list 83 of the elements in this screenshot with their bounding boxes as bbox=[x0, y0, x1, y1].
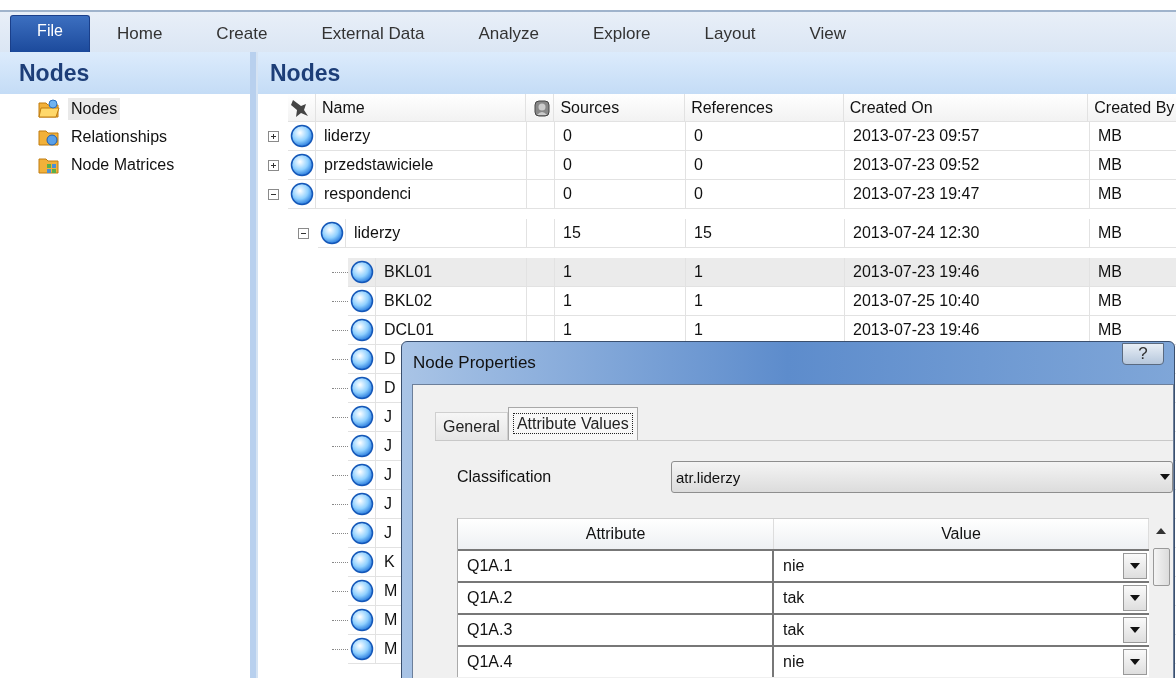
ribbon-tab[interactable]: Explore bbox=[565, 16, 678, 52]
table-cell: 2013-07-23 19:46 bbox=[853, 263, 980, 281]
table-cell: MB bbox=[1098, 127, 1122, 145]
tree-row[interactable]: BKL02 1 1 2013-07-25 10:40 MB bbox=[258, 287, 1176, 316]
attribute-name: Q1A.1 bbox=[467, 557, 513, 575]
table-cell: MB bbox=[1098, 292, 1122, 310]
table-cell: 2013-07-25 10:40 bbox=[853, 292, 980, 310]
attribute-name: Q1A.2 bbox=[467, 589, 513, 607]
node-name: J bbox=[384, 408, 392, 426]
column-header[interactable]: Name bbox=[315, 94, 527, 122]
classification-dropdown[interactable]: atr.liderzy bbox=[671, 461, 1173, 493]
node-name: D bbox=[384, 350, 396, 368]
table-cell: 15 bbox=[694, 224, 712, 242]
ribbon-tab[interactable]: External Data bbox=[294, 16, 452, 52]
node-name: M bbox=[384, 582, 398, 600]
ribbon-tab[interactable]: Home bbox=[90, 16, 190, 52]
table-cell: MB bbox=[1098, 263, 1122, 281]
sidebar-item[interactable]: Nodes bbox=[68, 98, 121, 120]
value-dropdown[interactable]: tak bbox=[774, 583, 1149, 613]
ribbon-tab[interactable]: Analyze bbox=[451, 16, 566, 52]
tree-row[interactable]: BKL01 1 1 2013-07-23 19:46 MB bbox=[258, 258, 1176, 287]
table-cell: 1 bbox=[694, 263, 703, 281]
table-cell: 1 bbox=[563, 321, 572, 339]
node-name: K bbox=[384, 553, 395, 571]
attribute-name: Q1A.3 bbox=[467, 621, 513, 639]
table-cell: 0 bbox=[694, 185, 703, 203]
table-cell: MB bbox=[1098, 156, 1122, 174]
ribbon-tab[interactable]: View bbox=[782, 16, 874, 52]
column-header[interactable]: Created On bbox=[843, 94, 1089, 122]
node-name: J bbox=[384, 437, 392, 455]
table-cell: 0 bbox=[563, 156, 572, 174]
value-dropdown[interactable]: nie bbox=[774, 647, 1149, 677]
table-cell: 0 bbox=[563, 185, 572, 203]
table-cell: 1 bbox=[563, 263, 572, 281]
node-name: J bbox=[384, 524, 392, 542]
column-header[interactable]: References bbox=[685, 94, 844, 122]
help-button[interactable]: ? bbox=[1122, 343, 1164, 365]
pane-title: Nodes bbox=[0, 52, 250, 94]
sidebar-item[interactable]: Relationships bbox=[68, 126, 171, 148]
field-label: Classification bbox=[457, 468, 553, 486]
node-name: M bbox=[384, 611, 398, 629]
ribbon-tab[interactable]: Layout bbox=[677, 16, 783, 52]
table-cell: MB bbox=[1098, 185, 1122, 203]
table-cell: 0 bbox=[563, 127, 572, 145]
tree-row[interactable]: przedstawiciele 0 0 2013-07-23 09:52 MB bbox=[258, 151, 1176, 180]
attribute-name: Q1A.4 bbox=[467, 653, 513, 671]
ribbon-tab[interactable]: Create bbox=[189, 16, 295, 52]
node-name: respondenci bbox=[324, 185, 412, 203]
sidebar-item[interactable]: Node Matrices bbox=[68, 154, 178, 176]
tree-row[interactable]: liderzy 15 15 2013-07-24 12:30 MB bbox=[258, 219, 1176, 248]
node-name: M bbox=[384, 640, 398, 658]
dialog-tab[interactable]: Attribute Values bbox=[507, 407, 638, 440]
table-cell: 15 bbox=[563, 224, 581, 242]
table-cell: 0 bbox=[694, 127, 703, 145]
tree-row[interactable]: respondenci 0 0 2013-07-23 19:47 MB bbox=[258, 180, 1176, 209]
pane-title: Nodes bbox=[258, 52, 1176, 94]
table-cell: 1 bbox=[694, 292, 703, 310]
table-cell: MB bbox=[1098, 224, 1122, 242]
column-header[interactable]: Sources bbox=[554, 94, 686, 122]
table-cell: 2013-07-23 09:52 bbox=[853, 156, 980, 174]
node-name: BKL02 bbox=[384, 292, 433, 310]
node-name: J bbox=[384, 466, 392, 484]
value-dropdown[interactable]: nie bbox=[774, 551, 1149, 581]
file-menu-button[interactable]: File bbox=[10, 15, 90, 52]
node-name: D bbox=[384, 379, 396, 397]
table-cell: 2013-07-23 19:46 bbox=[853, 321, 980, 339]
node-name: BKL01 bbox=[384, 263, 433, 281]
table-cell: MB bbox=[1098, 321, 1122, 339]
table-cell: 2013-07-24 12:30 bbox=[853, 224, 980, 242]
table-cell: 2013-07-23 19:47 bbox=[853, 185, 980, 203]
node-name: liderzy bbox=[324, 127, 371, 145]
table-cell: 1 bbox=[694, 321, 703, 339]
node-name: przedstawiciele bbox=[324, 156, 434, 174]
table-cell: 2013-07-23 09:57 bbox=[853, 127, 980, 145]
dialog-tab[interactable]: General bbox=[435, 412, 508, 440]
node-name: liderzy bbox=[354, 224, 401, 242]
table-cell: 0 bbox=[694, 156, 703, 174]
tree-row[interactable]: liderzy 0 0 2013-07-23 09:57 MB bbox=[258, 122, 1176, 151]
table-cell: 1 bbox=[563, 292, 572, 310]
dialog-title: Node Properties bbox=[413, 353, 536, 373]
value-dropdown[interactable]: tak bbox=[774, 615, 1149, 645]
node-name: J bbox=[384, 495, 392, 513]
node-name: DCL01 bbox=[384, 321, 434, 339]
